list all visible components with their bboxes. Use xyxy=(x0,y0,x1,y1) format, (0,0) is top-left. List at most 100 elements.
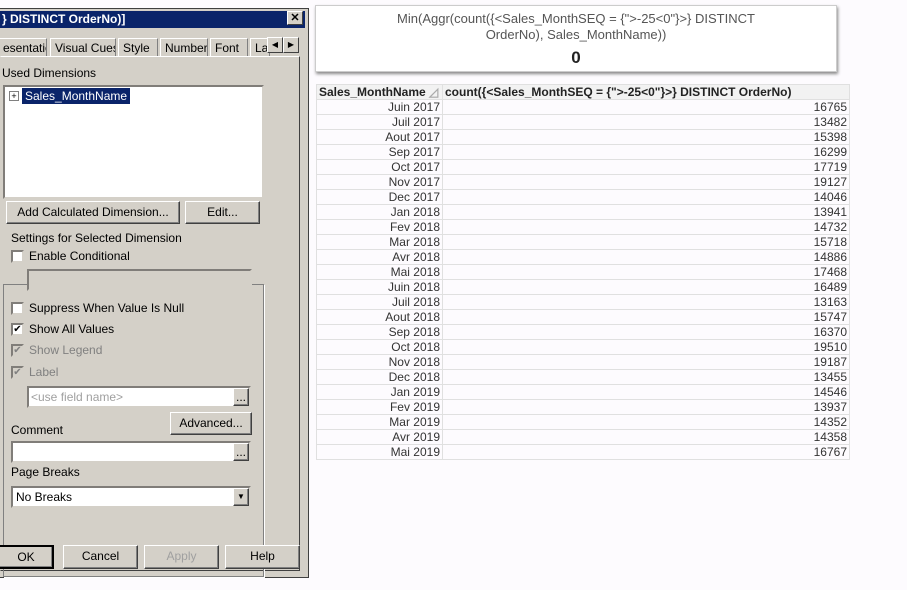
expand-icon[interactable]: + xyxy=(9,91,19,101)
table-row: Avr 2019 14358 xyxy=(316,429,850,445)
label-label: Label xyxy=(29,365,59,379)
enable-conditional-checkbox[interactable] xyxy=(11,250,24,263)
month-cell[interactable]: Juin 2018 xyxy=(316,279,443,295)
month-cell[interactable]: Sep 2017 xyxy=(316,144,443,160)
tab-scroll-right-icon[interactable]: ▶ xyxy=(283,37,299,53)
count-cell[interactable]: 14732 xyxy=(442,219,850,235)
tab-visual-cues[interactable]: Visual Cues xyxy=(50,38,116,56)
comment-label: Comment xyxy=(11,423,64,437)
month-cell[interactable]: Dec 2018 xyxy=(316,369,443,385)
table-row: Dec 2017 14046 xyxy=(316,189,850,205)
count-cell[interactable]: 16489 xyxy=(442,279,850,295)
show-all-values-label: Show All Values xyxy=(29,322,115,336)
month-cell[interactable]: Nov 2017 xyxy=(316,174,443,190)
month-cell[interactable]: Mar 2018 xyxy=(316,234,443,250)
sort-icon[interactable]: ◿ xyxy=(429,85,438,99)
count-cell[interactable]: 15718 xyxy=(442,234,850,250)
count-cell[interactable]: 19187 xyxy=(442,354,850,370)
conditional-input xyxy=(27,269,252,291)
month-cell[interactable]: Aout 2017 xyxy=(316,129,443,145)
month-cell[interactable]: Juin 2017 xyxy=(316,99,443,115)
table-row: Juil 2017 13482 xyxy=(316,114,850,130)
month-cell[interactable]: Mai 2019 xyxy=(316,444,443,460)
tab-scroll-left-icon[interactable]: ◀ xyxy=(267,37,283,53)
edit-button[interactable]: Edit... xyxy=(185,201,260,224)
count-cell[interactable]: 14358 xyxy=(442,429,850,445)
month-cell[interactable]: Avr 2018 xyxy=(316,249,443,265)
page-breaks-label: Page Breaks xyxy=(11,465,80,479)
tab-style[interactable]: Style xyxy=(118,38,158,56)
month-cell[interactable]: Fev 2018 xyxy=(316,219,443,235)
column-header-month[interactable]: Sales_MonthName ◿ xyxy=(316,84,443,100)
used-dimensions-list[interactable]: + Sales_MonthName xyxy=(3,85,264,199)
count-cell[interactable]: 14352 xyxy=(442,414,850,430)
close-button[interactable]: ✕ xyxy=(287,11,303,25)
count-cell[interactable]: 16370 xyxy=(442,324,850,340)
table-row: Mai 2019 16767 xyxy=(316,444,850,460)
month-cell[interactable]: Jan 2019 xyxy=(316,384,443,400)
table-row: Aout 2017 15398 xyxy=(316,129,850,145)
ok-button[interactable]: OK xyxy=(0,545,54,569)
count-cell[interactable]: 16767 xyxy=(442,444,850,460)
table-row: Mar 2018 15718 xyxy=(316,234,850,250)
dimension-item[interactable]: Sales_MonthName xyxy=(22,88,131,104)
count-cell[interactable]: 15747 xyxy=(442,309,850,325)
table-row: Jan 2018 13941 xyxy=(316,204,850,220)
table-row: Juin 2018 16489 xyxy=(316,279,850,295)
month-cell[interactable]: Juil 2018 xyxy=(316,294,443,310)
count-cell[interactable]: 17468 xyxy=(442,264,850,280)
month-cell[interactable]: Fev 2019 xyxy=(316,399,443,415)
tab-font[interactable]: Font xyxy=(210,38,248,56)
count-cell[interactable]: 13482 xyxy=(442,114,850,130)
column-header-count[interactable]: count({<Sales_MonthSEQ = {">-25<0"}>} DI… xyxy=(442,84,850,100)
count-cell[interactable]: 14546 xyxy=(442,384,850,400)
count-cell[interactable]: 14886 xyxy=(442,249,850,265)
advanced-button[interactable]: Advanced... xyxy=(170,412,252,435)
month-cell[interactable]: Jan 2018 xyxy=(316,204,443,220)
tab-presentation[interactable]: esentation xyxy=(0,38,47,56)
comment-input[interactable]: ... xyxy=(11,441,251,463)
enable-conditional-label: Enable Conditional xyxy=(29,249,130,263)
month-cell[interactable]: Mai 2018 xyxy=(316,264,443,280)
tab-number[interactable]: Number xyxy=(160,38,208,56)
month-cell[interactable]: Oct 2018 xyxy=(316,339,443,355)
count-cell[interactable]: 19510 xyxy=(442,339,850,355)
count-cell[interactable]: 13163 xyxy=(442,294,850,310)
month-cell[interactable]: Aout 2018 xyxy=(316,309,443,325)
tab-panel: Used Dimensions + Sales_MonthName Add Ca… xyxy=(0,56,300,577)
month-cell[interactable]: Nov 2018 xyxy=(316,354,443,370)
add-calculated-dimension-button[interactable]: Add Calculated Dimension... xyxy=(6,201,180,224)
suppress-null-checkbox[interactable] xyxy=(11,302,24,315)
month-cell[interactable]: Dec 2017 xyxy=(316,189,443,205)
count-cell[interactable]: 13941 xyxy=(442,204,850,220)
page-breaks-select[interactable]: No Breaks ▼ xyxy=(11,486,251,508)
month-cell[interactable]: Sep 2018 xyxy=(316,324,443,340)
count-cell[interactable]: 13455 xyxy=(442,369,850,385)
count-cell[interactable]: 15398 xyxy=(442,129,850,145)
month-cell[interactable]: Mar 2019 xyxy=(316,414,443,430)
help-button[interactable]: Help xyxy=(225,545,300,569)
count-cell[interactable]: 16765 xyxy=(442,99,850,115)
chevron-down-icon[interactable]: ▼ xyxy=(233,488,249,506)
comment-ellipsis-button[interactable]: ... xyxy=(233,443,249,461)
table-row: Nov 2017 19127 xyxy=(316,174,850,190)
label-input[interactable]: <use field name> ... xyxy=(27,386,251,408)
cancel-button[interactable]: Cancel xyxy=(63,545,138,569)
table-row: Fev 2018 14732 xyxy=(316,219,850,235)
count-cell[interactable]: 16299 xyxy=(442,144,850,160)
count-cell[interactable]: 13937 xyxy=(442,399,850,415)
table-row: Juin 2017 16765 xyxy=(316,99,850,115)
dimension-properties-dialog: } DISTINCT OrderNo)] ✕ esentation Visual… xyxy=(0,8,309,578)
apply-button: Apply xyxy=(144,545,219,569)
month-cell[interactable]: Juil 2017 xyxy=(316,114,443,130)
count-cell[interactable]: 14046 xyxy=(442,189,850,205)
label-ellipsis-button[interactable]: ... xyxy=(233,388,249,406)
label-placeholder: <use field name> xyxy=(31,390,124,404)
month-cell[interactable]: Avr 2019 xyxy=(316,429,443,445)
count-cell[interactable]: 19127 xyxy=(442,174,850,190)
month-cell[interactable]: Oct 2017 xyxy=(316,159,443,175)
count-cell[interactable]: 17719 xyxy=(442,159,850,175)
label-checkbox: ✔ xyxy=(11,366,24,379)
show-all-values-checkbox[interactable]: ✔ xyxy=(11,323,24,336)
dialog-title: } DISTINCT OrderNo)] xyxy=(0,11,305,28)
